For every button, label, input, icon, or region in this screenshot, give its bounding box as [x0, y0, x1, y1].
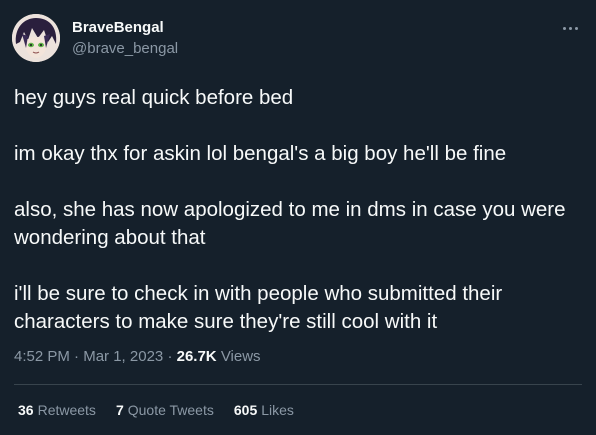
tweet-paragraph: i'll be sure to check in with people who… [14, 282, 503, 333]
likes-label: Likes [261, 402, 294, 418]
likes-stat[interactable]: 605 Likes [234, 402, 294, 418]
meta-separator: · [167, 348, 173, 365]
views-count[interactable]: 26.7K [177, 348, 217, 365]
avatar[interactable] [12, 14, 60, 62]
author-handle[interactable]: @brave_bengal [72, 40, 178, 57]
quotes-count: 7 [115, 402, 124, 418]
quote-tweets-stat[interactable]: 7 Quote Tweets [116, 402, 214, 418]
tweet-time[interactable]: 4:52 PM [14, 348, 70, 365]
author-display-name[interactable]: BraveBengal [72, 19, 164, 36]
tweet-meta: 4:52 PM · Mar 1, 2023 · 26.7K Views [14, 348, 261, 365]
divider [14, 384, 582, 385]
engagement-stats: 36 Retweets 7 Quote Tweets 605 Likes [18, 402, 294, 418]
likes-count: 605 [233, 402, 258, 418]
more-dot-icon [574, 26, 578, 30]
tweet-date[interactable]: Mar 1, 2023 [83, 348, 163, 365]
tweet-paragraph: im okay thx for askin lol bengal's a big… [14, 142, 507, 165]
tweet-paragraph: hey guys real quick before bed [14, 86, 294, 109]
tweet-text: hey guys real quick before bed im okay t… [14, 84, 584, 336]
quotes-label: Quote Tweets [127, 402, 214, 418]
tweet-card: BraveBengal @brave_bengal hey guys real … [0, 0, 596, 435]
more-options-button[interactable] [558, 18, 582, 38]
more-dot-icon [562, 26, 566, 30]
views-label: Views [220, 348, 261, 365]
retweets-count: 36 [18, 402, 34, 418]
retweets-label: Retweets [37, 402, 96, 418]
anime-character-avatar-icon [12, 14, 60, 62]
meta-separator: · [74, 348, 80, 365]
tweet-paragraph: also, she has now apologized to me in dm… [14, 198, 566, 249]
more-dot-icon [568, 26, 572, 30]
retweets-stat[interactable]: 36 Retweets [18, 402, 96, 418]
